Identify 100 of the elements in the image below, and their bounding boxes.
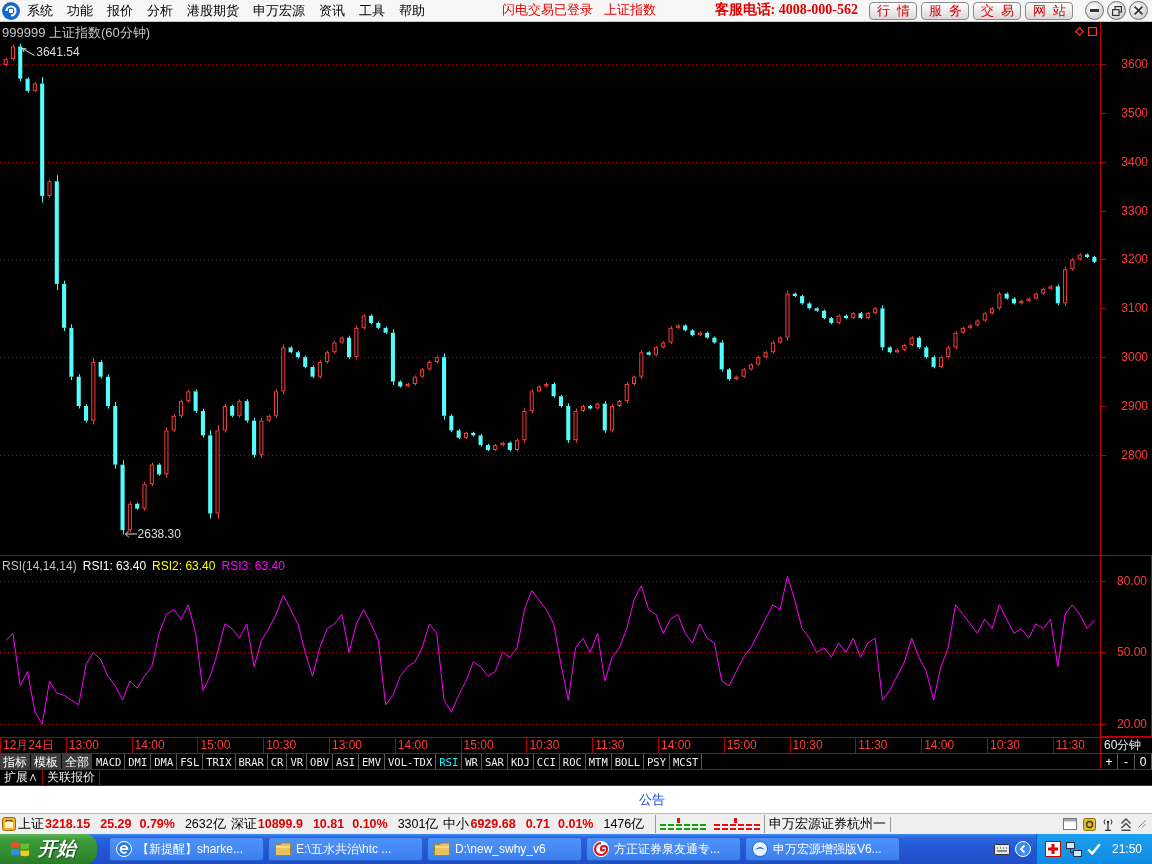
- index-change: 25.29: [100, 816, 132, 832]
- close-icon: [1134, 6, 1143, 15]
- time-label: 14:00: [131, 738, 198, 753]
- menu-item[interactable]: 报价: [100, 0, 140, 21]
- toolbar-button[interactable]: 交易: [973, 1, 1021, 20]
- minimize-icon: [1090, 9, 1099, 12]
- indicator-value: RSI1: 63.40: [82, 559, 147, 574]
- coin-icon: [1083, 817, 1096, 831]
- turnover-amount: 3301亿: [397, 816, 439, 832]
- axis-label: 20.00: [1116, 717, 1147, 731]
- index-percent: 0.01%: [558, 816, 594, 832]
- indicator-tab[interactable]: DMA: [151, 754, 178, 769]
- index-percent: 0.10%: [352, 816, 388, 832]
- time-label: 14:00: [394, 738, 461, 753]
- menu-item[interactable]: 港股期货: [180, 0, 246, 21]
- time-label: 13:00: [65, 738, 132, 753]
- menu-item[interactable]: 工具: [352, 0, 392, 21]
- menu-item[interactable]: 申万宏源: [246, 0, 312, 21]
- clock-text: 21:50: [1111, 841, 1142, 857]
- period-label: 60分钟: [1100, 738, 1152, 753]
- indicator-value: RSI3: 63.40: [221, 559, 285, 574]
- menu-item[interactable]: 系统: [20, 0, 60, 21]
- swirl-icon: [593, 841, 609, 857]
- indicator-tab[interactable]: DMI: [125, 754, 152, 769]
- index-name: 上证: [18, 816, 44, 832]
- index-icon: [2, 817, 16, 831]
- broker-text: 申万宏源证券杭州一: [765, 816, 892, 832]
- time-label: 11:30: [592, 738, 658, 753]
- index-value: 10899.9: [257, 816, 303, 832]
- axis-label: 3100: [1121, 301, 1148, 315]
- indicator-tab[interactable]: ASI: [333, 754, 360, 769]
- indicator-tab[interactable]: TRIX: [203, 754, 236, 769]
- axis-label: 2800: [1121, 448, 1148, 462]
- time-label: 11:30: [1052, 738, 1100, 753]
- menu-item[interactable]: 帮助: [392, 0, 432, 21]
- axis-label: 3000: [1121, 350, 1148, 364]
- time-label: 14:00: [921, 738, 987, 753]
- index-change: 0.71: [525, 816, 550, 832]
- axis-label: 3500: [1121, 106, 1148, 120]
- toolbar-button[interactable]: 网站: [1025, 1, 1073, 20]
- time-label: 10:30: [986, 738, 1053, 753]
- signal-meter-icon: [660, 818, 761, 830]
- axis-label: 80.00: [1116, 574, 1147, 588]
- tick-icon: [1086, 843, 1101, 855]
- axis-label: 2900: [1121, 399, 1148, 413]
- minimize-button[interactable]: [1085, 1, 1104, 20]
- group-tab[interactable]: 全部: [62, 754, 93, 769]
- time-label: 12月24日: [0, 738, 66, 753]
- chevron-icon: [1014, 841, 1031, 857]
- group-tab[interactable]: 模板: [31, 754, 62, 769]
- menu-item[interactable]: 功能: [60, 0, 100, 21]
- expand-tray-button[interactable]: [1014, 841, 1031, 857]
- windows-logo-icon: [10, 840, 30, 858]
- time-label: 10:30: [526, 738, 593, 753]
- window-icon: [1063, 818, 1077, 830]
- indicator-tab[interactable]: WR: [462, 754, 482, 769]
- menu-item[interactable]: 资讯: [312, 0, 352, 21]
- notice-link[interactable]: 公告: [639, 791, 665, 808]
- index-value: 6929.68: [470, 816, 516, 832]
- indicator-tab[interactable]: RSI: [436, 754, 463, 769]
- network-icon: [1065, 841, 1082, 857]
- status-text: 闪电交易已登录: [502, 3, 593, 18]
- status-text: 上证指数: [604, 3, 656, 18]
- indicator-tab[interactable]: OBV: [307, 754, 334, 769]
- time-label: 13:00: [329, 738, 395, 753]
- indicator-tab[interactable]: VOL-TDX: [385, 754, 437, 769]
- menu-item[interactable]: 分析: [140, 0, 180, 21]
- restore-icon: [1111, 5, 1122, 16]
- restore-button[interactable]: [1107, 1, 1126, 20]
- index-change: 10.81: [312, 816, 345, 832]
- hotline-text: 客服电话: 4008-000-562: [714, 2, 858, 19]
- browser-icon: [116, 841, 132, 857]
- folder-icon: [434, 841, 450, 857]
- keyboard-icon: [993, 843, 1010, 855]
- index-name: 中小: [443, 816, 470, 832]
- cross-icon: [1044, 841, 1061, 857]
- close-button[interactable]: [1129, 1, 1148, 20]
- time-label: 15:00: [460, 738, 527, 753]
- grip-icon: [1138, 820, 1146, 828]
- time-label: 10:30: [789, 738, 856, 753]
- app-icon: [752, 841, 768, 857]
- indicator-value: RSI2: 63.40: [152, 559, 216, 574]
- axis-label: 50.00: [1116, 645, 1147, 659]
- indicator-tab[interactable]: MACD: [93, 754, 126, 769]
- toolbar-button[interactable]: 行情: [869, 1, 917, 20]
- turnover-amount: 2632亿: [184, 816, 226, 832]
- indicator-tab[interactable]: MCST: [670, 754, 703, 769]
- indicator-title: RSI(14,14,14): [2, 559, 77, 574]
- start-button[interactable]: 开始: [0, 834, 97, 864]
- axis-label: 3400: [1121, 155, 1148, 169]
- indicator-tab[interactable]: VR: [287, 754, 308, 769]
- toolbar-button[interactable]: 服务: [921, 1, 969, 20]
- time-label: 14:00: [657, 738, 724, 753]
- index-value: 3218.15: [45, 816, 91, 832]
- time-label: 15:00: [723, 738, 790, 753]
- axis-label: 3200: [1121, 252, 1148, 266]
- group-tab[interactable]: 指标: [0, 754, 31, 769]
- index-percent: 0.79%: [139, 816, 175, 832]
- folder-icon: [275, 841, 291, 857]
- turnover-amount: 1476亿: [603, 816, 645, 832]
